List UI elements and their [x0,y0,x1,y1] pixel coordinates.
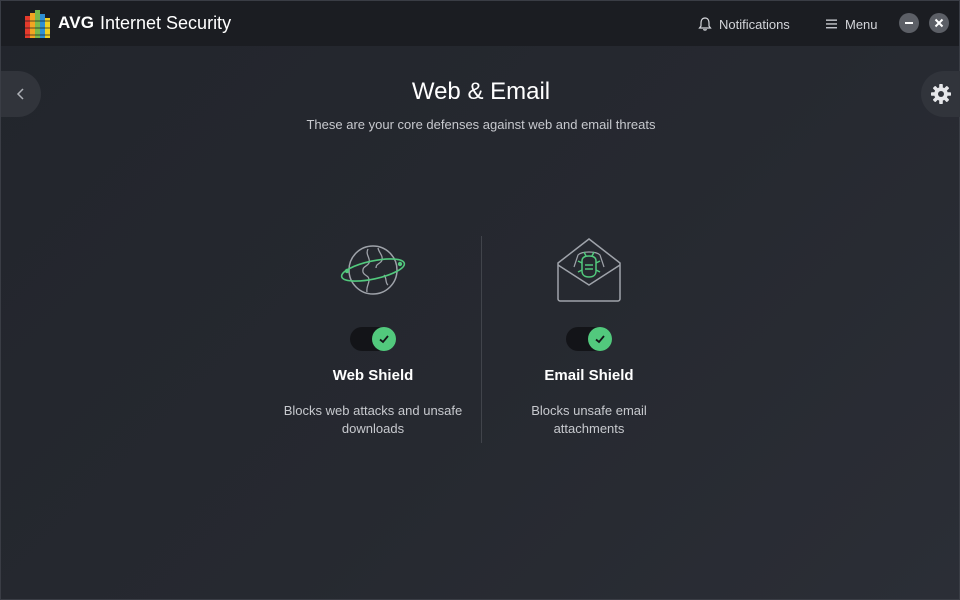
email-shield-description: Blocks unsafe email attachments [531,403,647,436]
envelope-bug-icon [557,238,621,302]
web-shield-title[interactable]: Web Shield [273,367,473,384]
checkmark-icon [379,335,389,344]
toggle-knob [372,327,396,351]
app-window: AVG Internet Security Notifications Menu [0,0,960,600]
web-shield-toggle[interactable] [350,327,396,351]
page-title: Web & Email [411,78,551,105]
notifications-button[interactable]: Notifications [697,13,790,35]
menu-label: Menu [845,16,878,32]
checkmark-icon [595,335,605,344]
minimize-button[interactable] [899,13,919,33]
avg-logo-icon [25,10,50,38]
brand-name: AVG [58,13,95,32]
web-shield-card: Web Shield Blocks web attacks and unsafe… [273,235,473,438]
email-shield-title[interactable]: Email Shield [489,367,689,384]
title-bar: AVG Internet Security Notifications Menu [1,1,959,46]
email-shield-card: Email Shield Blocks unsafe email attachm… [489,235,689,438]
menu-button[interactable]: Menu [825,13,878,35]
minimize-icon [905,22,913,24]
close-icon [934,18,944,28]
hamburger-icon [826,19,837,29]
product-name: Internet Security [100,13,232,33]
email-shield-toggle[interactable] [566,327,612,351]
toggle-knob [588,327,612,351]
page-subtitle: These are your core defenses against web… [306,117,656,132]
globe-icon [340,245,406,295]
bell-icon [698,17,712,31]
close-button[interactable] [929,13,949,33]
divider [481,236,482,443]
notifications-label: Notifications [719,16,790,32]
web-shield-description: Blocks web attacks and unsafe downloads [283,403,463,436]
